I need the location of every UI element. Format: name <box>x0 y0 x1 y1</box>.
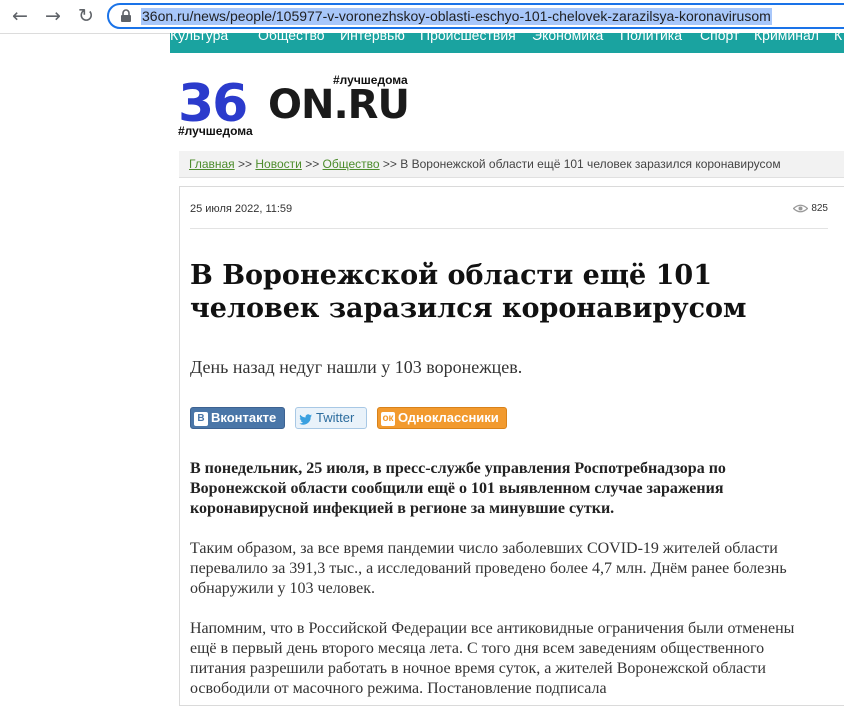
article-paragraph: Напомним, что в Российской Федерации все… <box>190 620 795 697</box>
menu-item-politics[interactable]: Политика <box>620 33 682 43</box>
menu-item-sport[interactable]: Спорт <box>700 33 739 43</box>
site-logo[interactable]: #лучшедома 36 ON.RU #лучшедома <box>178 72 418 140</box>
share-vk-button[interactable]: В Вконтакте <box>190 407 285 429</box>
article-date: 25 июля 2022, 11:59 <box>190 203 293 215</box>
meta-divider <box>190 228 828 229</box>
menu-item-incidents[interactable]: Происшествия <box>420 33 516 43</box>
article-lead: День назад недуг нашли у 103 воронежцев. <box>190 357 523 377</box>
menu-item-culture[interactable]: Культура <box>170 33 228 43</box>
share-twitter-button[interactable]: Twitter <box>295 407 367 429</box>
share-vk-label: Вконтакте <box>211 410 277 425</box>
article-paragraph: Таким образом, за все время пандемии чис… <box>190 540 787 597</box>
url-text[interactable]: 36on.ru/news/people/105977-v-voronezhsko… <box>141 8 772 25</box>
article-card: 25 июля 2022, 11:59 825 В Воронежской об… <box>179 186 844 706</box>
breadcrumb-news-link[interactable]: Новости <box>255 157 301 171</box>
vk-icon: В <box>194 411 208 426</box>
breadcrumb-separator: >> <box>238 157 253 171</box>
menu-item-economy[interactable]: Экономика <box>532 33 603 43</box>
breadcrumb-home-link[interactable]: Главная <box>189 157 235 171</box>
breadcrumb-society-link[interactable]: Общество <box>323 157 380 171</box>
odnoklassniki-icon: ок <box>381 411 395 426</box>
breadcrumb: Главная >> Новости >> Общество >> В Воро… <box>179 151 844 178</box>
reload-icon[interactable]: ↻ <box>75 5 97 27</box>
menu-item-criminal[interactable]: Криминал <box>754 33 819 43</box>
article-paragraph-intro: В понедельник, 25 июля, в пресс-службе у… <box>190 460 726 517</box>
breadcrumb-current: В Воронежской области ещё 101 человек за… <box>400 157 781 171</box>
forward-arrow-icon[interactable]: → <box>42 5 64 27</box>
lock-icon[interactable] <box>119 9 133 23</box>
back-arrow-icon[interactable]: ← <box>9 5 31 27</box>
breadcrumb-separator: >> <box>305 157 320 171</box>
logo-domain: ON.RU <box>268 82 410 128</box>
eye-icon <box>793 204 809 213</box>
view-count-value: 825 <box>811 203 828 214</box>
site-menu: Культура Общество Интервью Происшествия … <box>170 33 844 53</box>
article-title: В Воронежской области ещё 101 человек за… <box>190 260 747 324</box>
view-count: 825 <box>793 203 828 214</box>
breadcrumb-separator: >> <box>382 157 397 171</box>
address-bar[interactable]: 36on.ru/news/people/105977-v-voronezhsko… <box>107 3 844 29</box>
menu-item-interview[interactable]: Интервью <box>340 33 405 43</box>
share-ok-label: Одноклассники <box>398 410 499 425</box>
menu-item-more[interactable]: К <box>834 33 842 43</box>
logo-hashtag-bottom: #лучшедома <box>178 124 253 138</box>
menu-item-society[interactable]: Общество <box>258 33 325 43</box>
share-ok-button[interactable]: ок Одноклассники <box>377 407 507 429</box>
browser-toolbar: ← → ↻ 36on.ru/news/people/105977-v-voron… <box>0 0 844 34</box>
share-twitter-label: Twitter <box>316 410 355 425</box>
twitter-bird-icon <box>299 413 312 425</box>
